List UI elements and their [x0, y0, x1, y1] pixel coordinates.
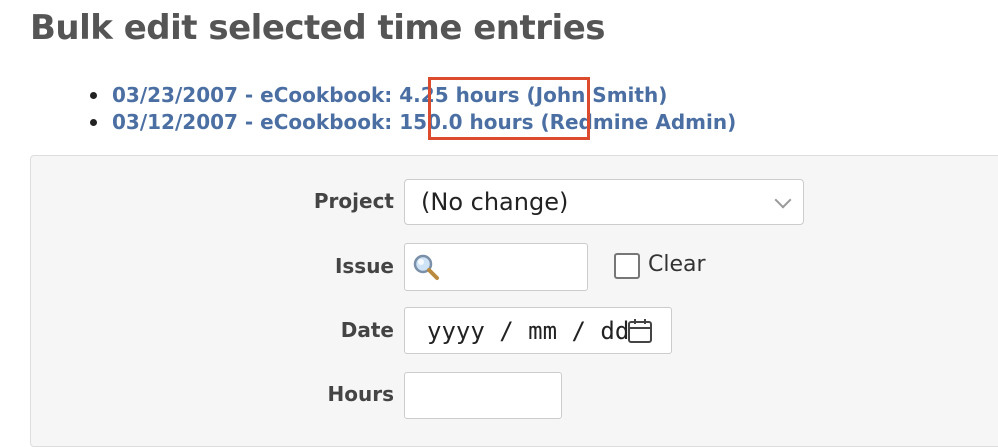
page-title: Bulk edit selected time entries: [30, 8, 605, 48]
highlight-annotation: [428, 77, 590, 140]
date-placeholder: yyyy / mm / dd: [427, 317, 630, 345]
hours-input[interactable]: [404, 372, 562, 419]
project-select[interactable]: (No change): [404, 179, 804, 225]
entry-separator: :: [384, 110, 400, 134]
project-label: Project: [313, 189, 394, 213]
time-entry-link[interactable]: 03/12/2007 - eCookbook: 150.0 hours (Red…: [112, 110, 736, 134]
entry-date: 03/23/2007: [112, 83, 238, 107]
date-label: Date: [340, 318, 394, 342]
issue-input[interactable]: [404, 243, 588, 291]
list-item: 03/12/2007 - eCookbook: 150.0 hours (Red…: [90, 109, 736, 136]
entry-project: eCookbook: [260, 110, 385, 134]
hours-label: Hours: [327, 382, 394, 406]
entry-project: eCookbook: [260, 83, 385, 107]
clear-label[interactable]: Clear: [648, 252, 706, 277]
entry-date: 03/12/2007: [112, 110, 238, 134]
time-entry-list: 03/23/2007 - eCookbook: 4.25 hours (John…: [90, 82, 736, 136]
bullet-icon: [90, 92, 97, 99]
magnifier-icon: [413, 254, 439, 280]
issue-label: Issue: [334, 254, 394, 278]
entry-separator: -: [237, 110, 261, 134]
entry-separator: -: [237, 83, 261, 107]
date-field[interactable]: yyyy / mm / dd: [404, 307, 672, 354]
list-item: 03/23/2007 - eCookbook: 4.25 hours (John…: [90, 82, 736, 109]
clear-checkbox[interactable]: [614, 253, 640, 279]
entry-separator: :: [384, 83, 400, 107]
chevron-down-icon: [774, 191, 792, 209]
calendar-icon[interactable]: [627, 318, 653, 344]
project-select-value: (No change): [421, 188, 569, 216]
bullet-icon: [90, 119, 97, 126]
